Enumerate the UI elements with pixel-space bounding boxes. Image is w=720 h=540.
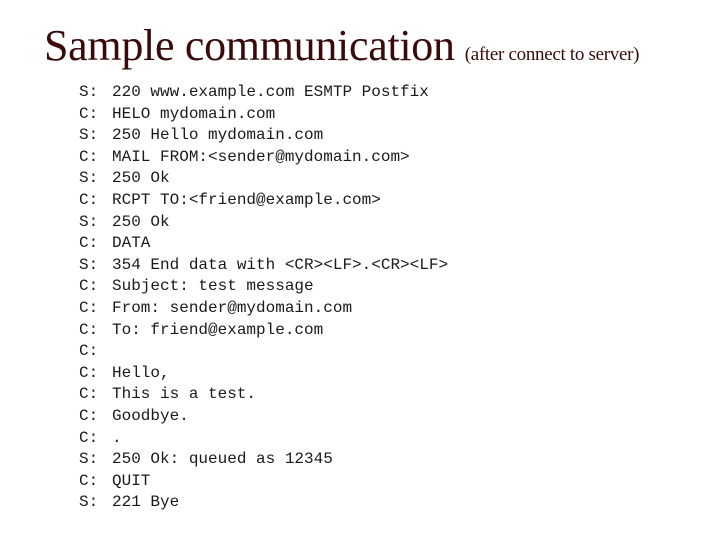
speaker-label: C: — [79, 363, 99, 382]
speaker-label: S: — [79, 83, 99, 101]
speaker-label: C: — [79, 298, 99, 317]
speaker-label: S: — [79, 169, 99, 188]
message-text: 250 Hello mydomain.com — [112, 126, 324, 145]
message-text: MAIL FROM:<sender@mydomain.com> — [112, 147, 410, 166]
message-text: RCPT TO:<friend@example.com> — [112, 190, 381, 209]
transcript-line: C: Subject: test message — [79, 276, 448, 298]
transcript-line: C: QUIT — [79, 471, 448, 493]
speaker-label: S: — [79, 255, 99, 274]
message-text: Goodbye. — [112, 406, 189, 425]
speaker-label: C: — [79, 471, 99, 490]
speaker-label: C: — [79, 277, 99, 296]
slide-title: Sample communication — [44, 21, 455, 70]
transcript-line: S: 250 Ok: queued as 12345 — [79, 449, 448, 471]
speaker-label: C: — [79, 342, 99, 361]
transcript-line: C: This is a test. — [79, 384, 448, 406]
speaker-label: C: — [79, 320, 99, 339]
speaker-label: S: — [79, 493, 99, 512]
transcript-line: S: 221 Bye — [79, 492, 448, 514]
message-text: To: friend@example.com — [112, 320, 324, 339]
speaker-label: C: — [79, 385, 99, 404]
transcript-line: S: 220 www.example.com ESMTP Postfix — [79, 82, 448, 104]
message-text: 250 Ok: queued as 12345 — [112, 450, 333, 469]
speaker-label: C: — [79, 104, 99, 123]
message-text: 250 Ok — [112, 212, 170, 231]
transcript-line: C: DATA — [79, 233, 448, 255]
message-text: DATA — [112, 234, 151, 253]
message-text: 221 Bye — [112, 493, 180, 512]
slide: Sample communication (after connect to s… — [0, 0, 720, 540]
message-text: HELO mydomain.com — [112, 104, 276, 123]
message-text: Subject: test message — [112, 277, 314, 296]
speaker-label: C: — [79, 190, 99, 209]
message-text: 220 www.example.com ESMTP Postfix — [112, 83, 429, 101]
message-text: . — [112, 428, 122, 447]
message-text: 250 Ok — [112, 169, 170, 188]
message-text: 354 End data with <CR><LF>.<CR><LF> — [112, 255, 449, 274]
title-row: Sample communication (after connect to s… — [44, 20, 639, 72]
message-text: From: sender@mydomain.com — [112, 298, 353, 317]
speaker-label: C: — [79, 428, 99, 447]
transcript-line: S: 250 Ok — [79, 168, 448, 190]
transcript-line: C: Goodbye. — [79, 406, 448, 428]
transcript-line: S: 354 End data with <CR><LF>.<CR><LF> — [79, 255, 448, 277]
transcript-line: C: From: sender@mydomain.com — [79, 298, 448, 320]
transcript-line: C: RCPT TO:<friend@example.com> — [79, 190, 448, 212]
transcript-line: S: 250 Ok — [79, 212, 448, 234]
message-text: This is a test. — [112, 385, 257, 404]
message-text: Hello, — [112, 363, 170, 382]
speaker-label: S: — [79, 450, 99, 469]
message-text: QUIT — [112, 471, 151, 490]
transcript-line: S: 250 Hello mydomain.com — [79, 125, 448, 147]
transcript-line: C: Hello, — [79, 363, 448, 385]
speaker-label: C: — [79, 406, 99, 425]
transcript-line: C: — [79, 341, 448, 363]
speaker-label: S: — [79, 126, 99, 145]
transcript-line: C: HELO mydomain.com — [79, 104, 448, 126]
slide-subtitle: (after connect to server) — [464, 44, 640, 65]
speaker-label: C: — [79, 147, 99, 166]
smtp-transcript: S: 220 www.example.com ESMTP Postfix C: HEL… — [79, 82, 448, 514]
transcript-line: C: To: friend@example.com — [79, 320, 448, 342]
speaker-label: C: — [79, 234, 99, 253]
speaker-label: S: — [79, 212, 99, 231]
transcript-line: C: MAIL FROM:<sender@mydomain.com> — [79, 147, 448, 169]
transcript-line: C:. — [79, 428, 448, 450]
